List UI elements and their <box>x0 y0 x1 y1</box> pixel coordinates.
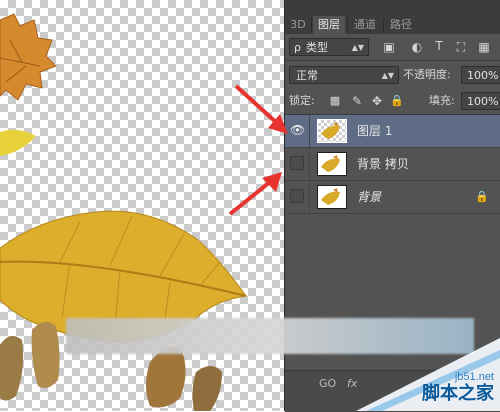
layer-thumbnail <box>317 185 347 209</box>
layer-row[interactable]: 背景 🔒 <box>285 181 500 214</box>
tab-paths[interactable]: 路径 <box>385 16 417 34</box>
watermark-name: 脚本之家 <box>422 383 494 404</box>
blend-mode-select[interactable]: 正常 ▲▼ <box>289 66 399 84</box>
visibility-toggle[interactable] <box>290 189 304 203</box>
fill-value: 100% <box>467 95 499 108</box>
shape-filter-icon[interactable]: ⛶ <box>453 39 469 55</box>
fill-input[interactable]: 100% <box>461 92 500 110</box>
link-layers-icon[interactable]: GO <box>319 377 336 390</box>
image-filter-icon[interactable]: ▣ <box>381 39 397 55</box>
lock-position-icon[interactable]: ✥ <box>369 93 385 109</box>
search-icon: ρ <box>294 41 301 54</box>
small-leaf-shape <box>0 129 36 156</box>
adjustment-filter-icon[interactable]: ◐ <box>409 39 425 55</box>
eye-icon[interactable]: 👁 <box>290 123 305 137</box>
opacity-value: 100% <box>467 69 499 82</box>
chevron-updown-icon: ▲▼ <box>351 43 364 52</box>
layer-name: 背景 拷贝 <box>357 157 409 171</box>
smart-object-filter-icon[interactable]: ▦ <box>476 39 492 55</box>
lock-label: 锁定: <box>289 94 315 107</box>
lock-pixels-icon[interactable]: ✎ <box>349 93 365 109</box>
fill-label: 填充: <box>429 94 455 107</box>
layer-name: 图层 1 <box>357 124 393 138</box>
tab-layers[interactable]: 图层 <box>313 16 345 34</box>
tab-3d[interactable]: 3D <box>287 16 309 34</box>
filter-kind-select[interactable]: ρ 类型 ▲▼ <box>289 38 369 56</box>
chevron-updown-icon: ▲▼ <box>381 71 394 80</box>
layer-row[interactable]: 背景 拷贝 <box>285 148 500 181</box>
opacity-input[interactable]: 100% <box>461 66 500 84</box>
panel-tabs: 3D 图层 通道 路径 <box>285 0 500 34</box>
lock-icon: 🔒 <box>475 190 489 203</box>
layer-thumbnail <box>317 119 347 143</box>
layer-row[interactable]: 👁 图层 1 <box>285 115 500 148</box>
layer-name: 背景 <box>357 190 382 204</box>
layer-thumbnail <box>317 152 347 176</box>
brown-leaf-shape <box>0 336 24 401</box>
tab-channels[interactable]: 通道 <box>349 16 381 34</box>
opacity-label: 不透明度: <box>403 68 451 81</box>
visibility-toggle[interactable] <box>290 156 304 170</box>
lock-all-icon[interactable]: 🔒 <box>389 93 405 109</box>
type-filter-icon[interactable]: T <box>431 38 447 54</box>
watermark: jb51.net 脚本之家 <box>356 338 500 411</box>
blend-mode-value: 正常 <box>296 69 318 82</box>
maple-leaf-shape <box>0 13 57 101</box>
lock-transparency-icon[interactable]: ▩ <box>327 93 343 109</box>
filter-kind-label: 类型 <box>306 41 328 54</box>
